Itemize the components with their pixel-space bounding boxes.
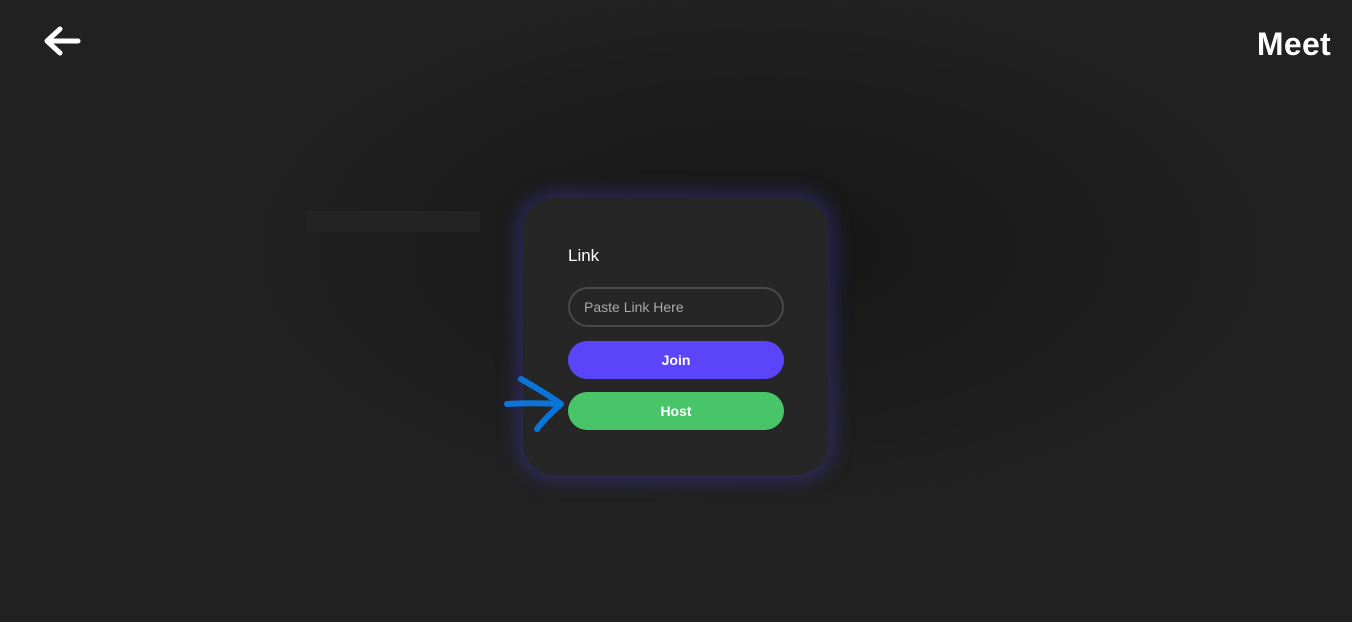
link-input[interactable] bbox=[568, 287, 784, 327]
background-strip bbox=[307, 211, 480, 232]
app-title: Meet bbox=[1256, 26, 1331, 62]
meet-page: Meet Link Join Host bbox=[0, 0, 1352, 622]
arrow-left-icon bbox=[44, 26, 81, 56]
arrow-right-annotation-icon bbox=[503, 375, 569, 438]
host-button[interactable]: Host bbox=[568, 392, 784, 430]
back-button[interactable] bbox=[40, 24, 84, 60]
join-button[interactable]: Join bbox=[568, 341, 784, 379]
link-label: Link bbox=[568, 246, 600, 265]
